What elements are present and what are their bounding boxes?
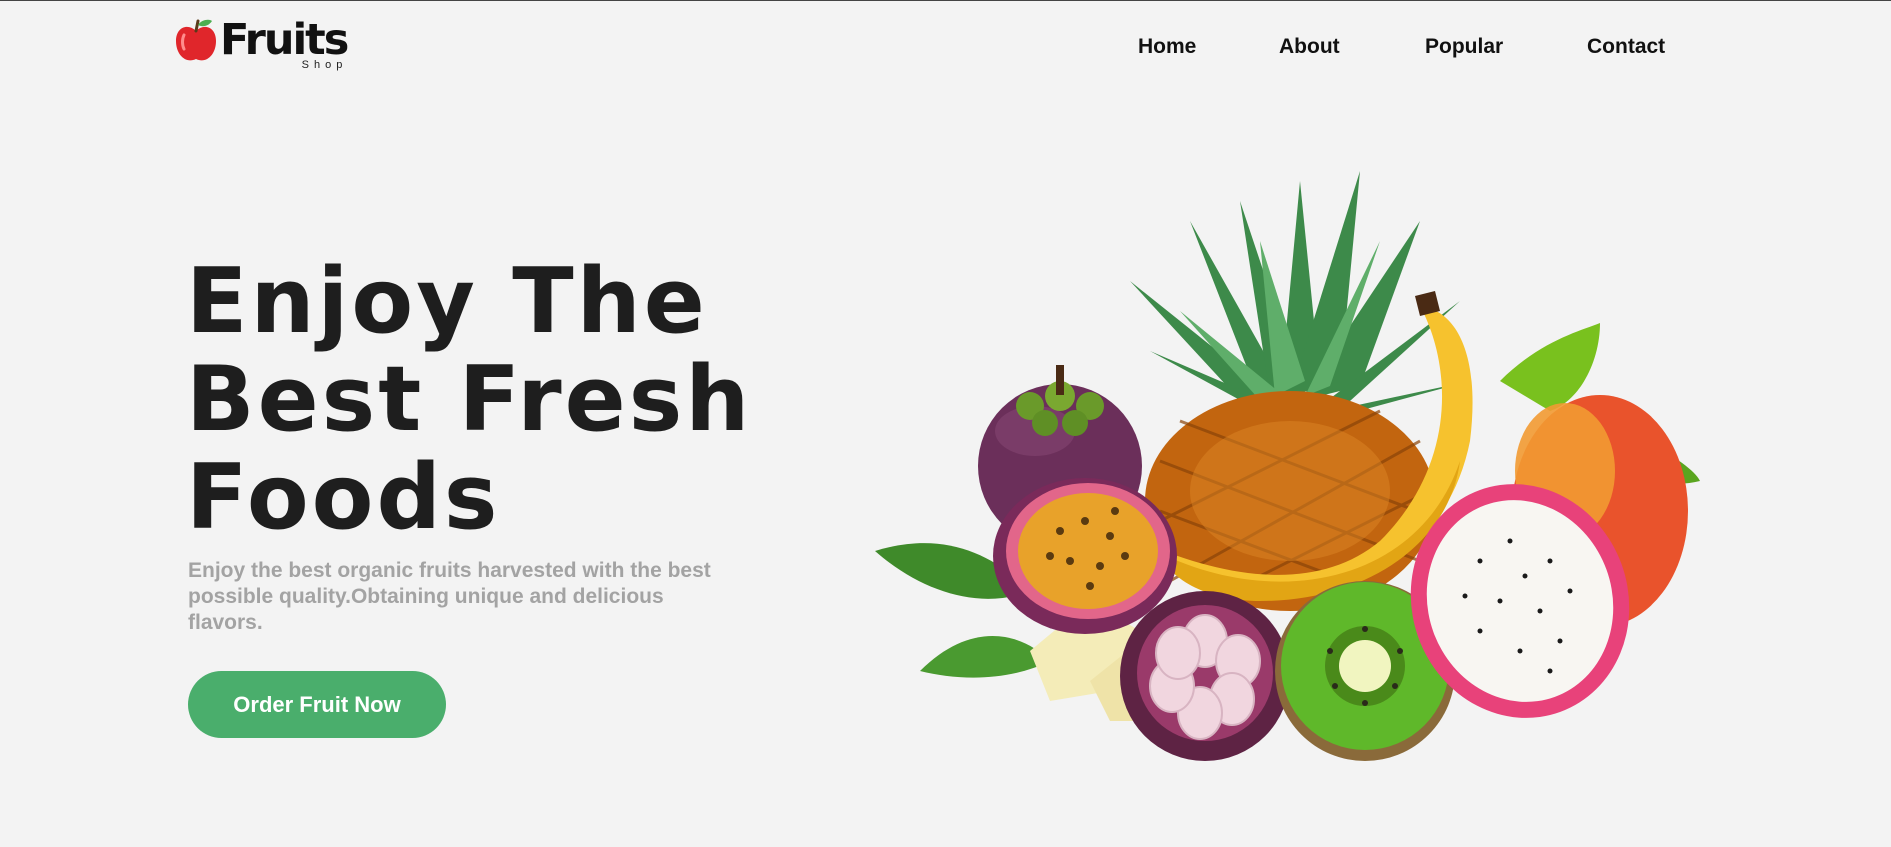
nav-home[interactable]: Home (1138, 35, 1196, 59)
order-fruit-button[interactable]: Order Fruit Now (188, 671, 446, 738)
hero-title: Enjoy The Best Fresh Foods (186, 249, 753, 550)
nav-about[interactable]: About (1279, 35, 1340, 59)
site-header: Fruits Shop Home About Popular Contact (0, 1, 1891, 91)
hero-description: Enjoy the best organic fruits harvested … (188, 559, 711, 634)
brand-subtitle: Shop (301, 59, 348, 71)
hero-title-line: Enjoy The (186, 249, 708, 354)
logo[interactable]: Fruits Shop (174, 15, 349, 71)
hero-title-line: Best Fresh (186, 347, 753, 452)
fruit-illustration (875, 171, 1700, 761)
apple-icon (176, 19, 216, 61)
hero-title-line: Foods (186, 445, 501, 550)
brand-name: Fruits (220, 15, 349, 65)
nav-popular[interactable]: Popular (1425, 35, 1503, 59)
nav-contact[interactable]: Contact (1587, 35, 1665, 59)
